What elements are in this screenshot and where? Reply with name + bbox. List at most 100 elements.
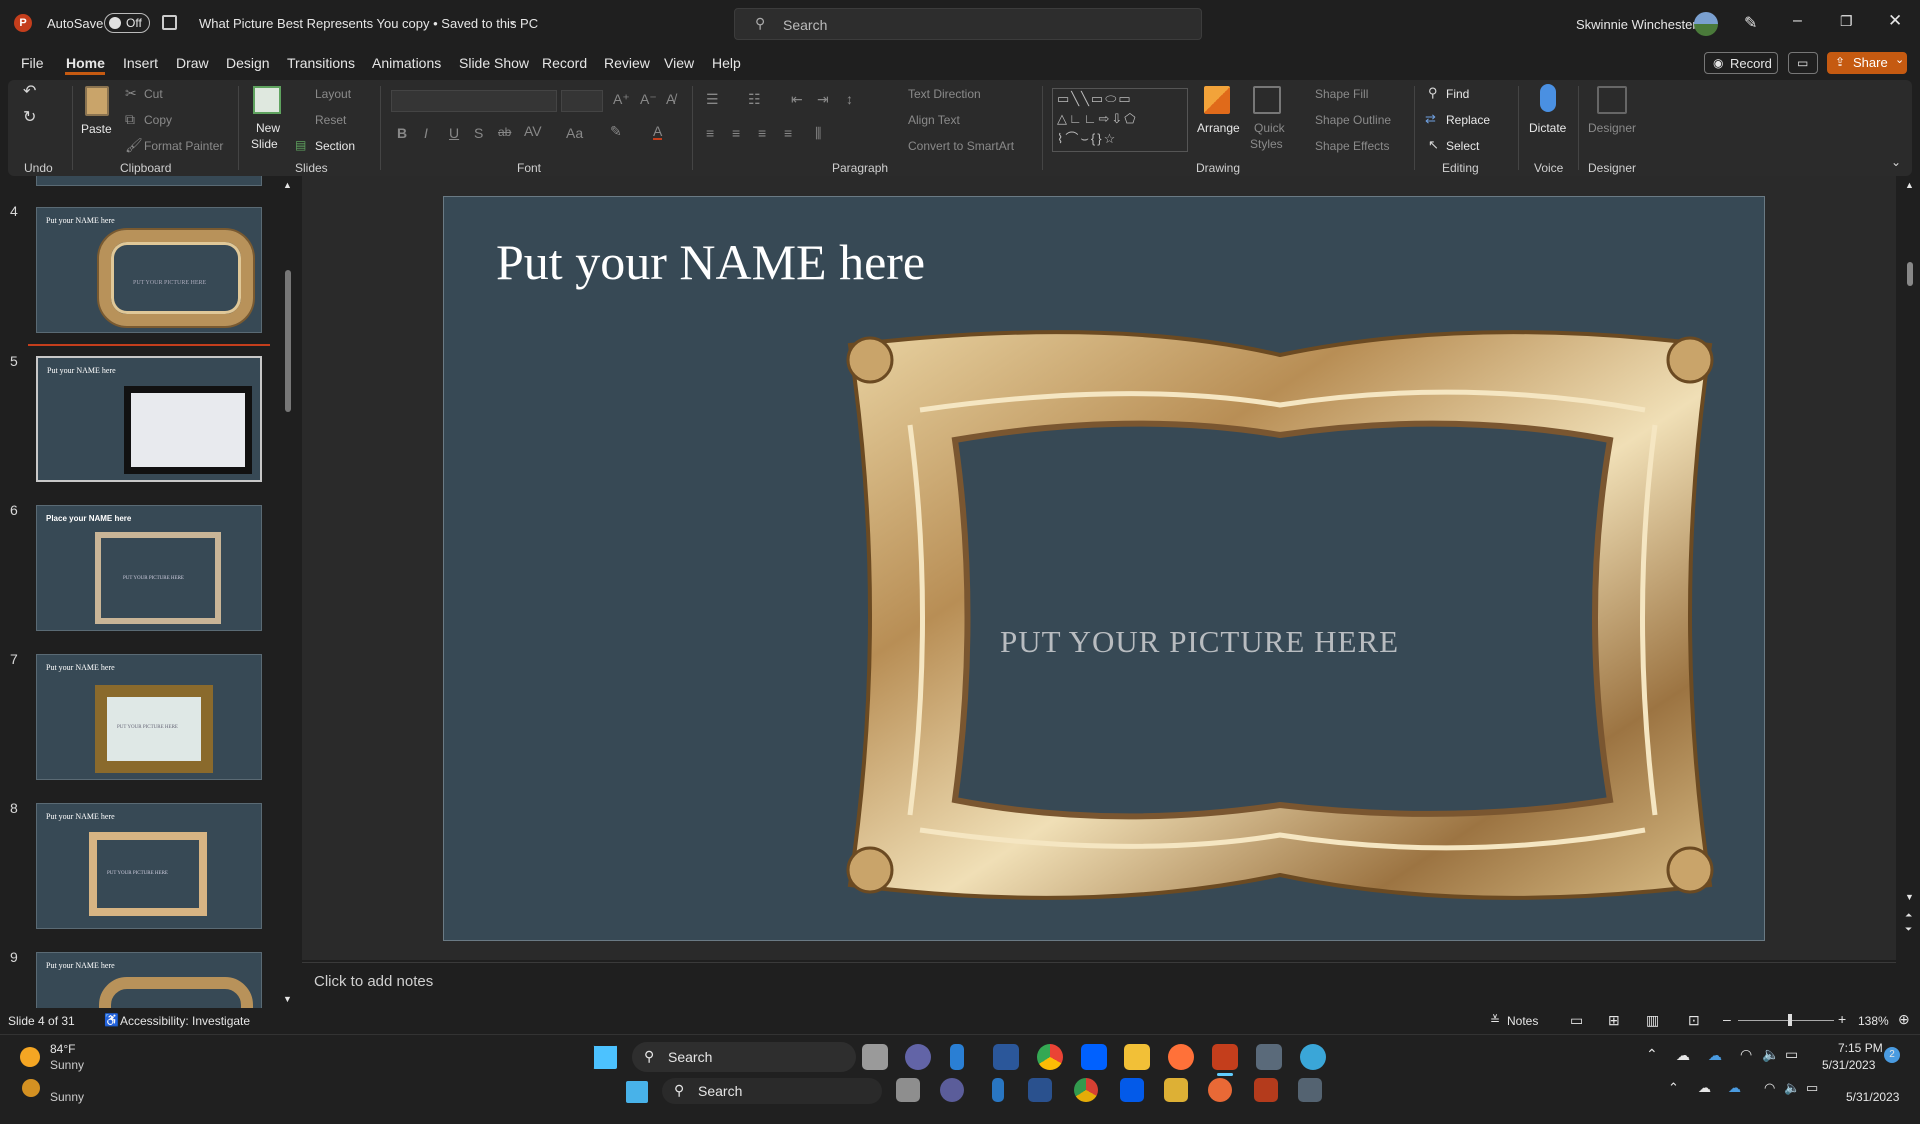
close-icon[interactable]: ✕: [1888, 11, 1902, 31]
slide-sorter-icon[interactable]: ⊞: [1608, 1012, 1620, 1029]
underline-icon[interactable]: U: [449, 126, 459, 140]
volume-icon[interactable]: 🔈: [1784, 1080, 1800, 1096]
calculator-icon[interactable]: [1298, 1078, 1322, 1102]
dropbox-icon[interactable]: [1081, 1044, 1107, 1070]
battery-icon[interactable]: ▭: [1806, 1080, 1818, 1096]
word-icon[interactable]: [993, 1044, 1019, 1070]
onedrive-icon[interactable]: ☁: [1676, 1047, 1690, 1064]
bullets-icon[interactable]: ☰: [706, 92, 719, 106]
align-left-icon[interactable]: ≡: [706, 126, 714, 140]
align-center-icon[interactable]: ≡: [732, 126, 740, 140]
slide-thumbnail-8[interactable]: Put your NAME here PUT YOUR PICTURE HERE: [36, 803, 262, 929]
normal-view-icon[interactable]: ▭: [1570, 1012, 1583, 1029]
slide-thumbnail-5[interactable]: Put your NAME here: [35, 355, 263, 483]
tab-help[interactable]: Help: [712, 55, 741, 71]
ornate-gold-frame-image[interactable]: [810, 315, 1750, 915]
file-explorer-icon[interactable]: [1164, 1078, 1188, 1102]
share-button[interactable]: ⇪ Share ⌄: [1827, 52, 1907, 74]
onedrive-business-icon[interactable]: ☁: [1728, 1080, 1741, 1096]
char-spacing-icon[interactable]: AV: [524, 124, 542, 138]
volume-icon[interactable]: 🔈: [1762, 1046, 1779, 1063]
clock-time[interactable]: 7:15 PM: [1838, 1041, 1883, 1055]
chrome-icon[interactable]: [1037, 1044, 1063, 1070]
paint-icon[interactable]: [1300, 1044, 1326, 1070]
microphone-icon[interactable]: [1540, 84, 1556, 112]
powerpoint-icon[interactable]: [1212, 1044, 1238, 1070]
weather-temp[interactable]: 84°F: [50, 1042, 75, 1056]
autosave-toggle[interactable]: Off: [104, 13, 150, 33]
file-explorer-icon[interactable]: [1124, 1044, 1150, 1070]
convert-smartart-button[interactable]: Convert to SmartArt: [908, 139, 1014, 153]
zoom-out-icon[interactable]: –: [1723, 1011, 1731, 1027]
new-slide-icon[interactable]: [253, 86, 281, 114]
task-view-icon[interactable]: [862, 1044, 888, 1070]
tab-file[interactable]: File: [21, 55, 44, 71]
vscode-icon[interactable]: [950, 1044, 964, 1070]
save-icon[interactable]: [162, 15, 177, 30]
powerpoint-icon[interactable]: [1254, 1078, 1278, 1102]
cut-button[interactable]: Cut: [144, 87, 163, 101]
numbering-icon[interactable]: ☷: [748, 92, 761, 106]
pen-icon[interactable]: ✎: [1744, 13, 1757, 33]
chevron-down-icon[interactable]: ⌄: [1891, 156, 1901, 168]
scrollbar-thumb[interactable]: [1907, 262, 1913, 286]
onedrive-business-icon[interactable]: ☁: [1708, 1047, 1722, 1064]
redo-icon[interactable]: ↻: [23, 110, 36, 126]
next-slide-icon[interactable]: ⏷: [1905, 924, 1912, 935]
slide-thumbnail-9[interactable]: Put your NAME here: [36, 952, 262, 1008]
accessibility-status[interactable]: Accessibility: Investigate: [120, 1014, 250, 1028]
dictate-button[interactable]: Dictate: [1529, 121, 1566, 135]
grow-font-icon[interactable]: A⁺: [613, 92, 630, 106]
document-title[interactable]: What Picture Best Represents You copy • …: [199, 16, 538, 31]
teams-icon[interactable]: [905, 1044, 931, 1070]
tab-animations[interactable]: Animations: [372, 55, 441, 71]
start-button-windows-icon[interactable]: [626, 1081, 648, 1103]
onedrive-icon[interactable]: ☁: [1698, 1080, 1711, 1096]
strikethrough-icon[interactable]: ab: [498, 126, 511, 138]
wifi-icon[interactable]: ◠: [1764, 1080, 1775, 1096]
record-button[interactable]: ◉ Record: [1704, 52, 1778, 74]
notification-badge[interactable]: 2: [1884, 1047, 1900, 1063]
new-slide-label-1[interactable]: New: [256, 121, 280, 135]
tab-draw[interactable]: Draw: [176, 55, 209, 71]
slide-thumbnail-7[interactable]: Put your NAME here PUT YOUR PICTURE HERE: [36, 654, 262, 780]
justify-icon[interactable]: ≡: [784, 126, 792, 140]
quick-styles-icon[interactable]: [1253, 86, 1281, 114]
avatar[interactable]: [1694, 12, 1718, 36]
slide-title[interactable]: Put your NAME here: [496, 233, 925, 291]
scroll-down-icon[interactable]: ▼: [1905, 892, 1914, 902]
thumbnail-scrollbar[interactable]: ▲ ▼: [283, 180, 293, 1004]
picture-placeholder-text[interactable]: PUT YOUR PICTURE HERE: [1000, 624, 1399, 660]
layout-button[interactable]: Layout: [315, 87, 351, 101]
copy-button[interactable]: Copy: [144, 113, 172, 127]
calculator-icon[interactable]: [1256, 1044, 1282, 1070]
tab-insert[interactable]: Insert: [123, 55, 158, 71]
tab-view[interactable]: View: [664, 55, 694, 71]
tab-record[interactable]: Record: [542, 55, 587, 71]
chrome-icon[interactable]: [1074, 1078, 1098, 1102]
dropbox-icon[interactable]: [1120, 1078, 1144, 1102]
slide-canvas[interactable]: Put your NAME here PUT YOUR PICTURE HERE: [443, 196, 1765, 941]
fit-to-window-icon[interactable]: ⊕: [1898, 1011, 1910, 1028]
slideshow-icon[interactable]: ⊡: [1688, 1012, 1700, 1029]
reset-button[interactable]: Reset: [315, 113, 346, 127]
columns-icon[interactable]: ⫼: [815, 126, 821, 140]
taskbar-search-ghost[interactable]: ⚲ Search: [662, 1078, 882, 1104]
change-case-icon[interactable]: Aa: [566, 126, 583, 140]
find-button[interactable]: Find: [1446, 87, 1469, 101]
firefox-icon[interactable]: [1168, 1044, 1194, 1070]
arrange-icon[interactable]: [1204, 86, 1230, 114]
clear-format-icon[interactable]: A̸: [666, 92, 675, 106]
designer-button[interactable]: Designer: [1588, 121, 1636, 135]
shrink-font-icon[interactable]: A⁻: [640, 92, 657, 106]
tab-transitions[interactable]: Transitions: [287, 55, 355, 71]
start-button-windows-icon[interactable]: [593, 1045, 617, 1069]
shadow-icon[interactable]: S: [474, 126, 483, 140]
shape-outline-button[interactable]: Shape Outline: [1315, 113, 1391, 127]
paste-icon[interactable]: [85, 86, 109, 116]
wifi-icon[interactable]: ◠: [1740, 1046, 1752, 1063]
search-box[interactable]: ⚲ Search: [734, 8, 1202, 40]
user-name[interactable]: Skwinnie Winchester: [1576, 17, 1697, 32]
task-view-icon[interactable]: [896, 1078, 920, 1102]
bold-icon[interactable]: B: [397, 126, 407, 140]
